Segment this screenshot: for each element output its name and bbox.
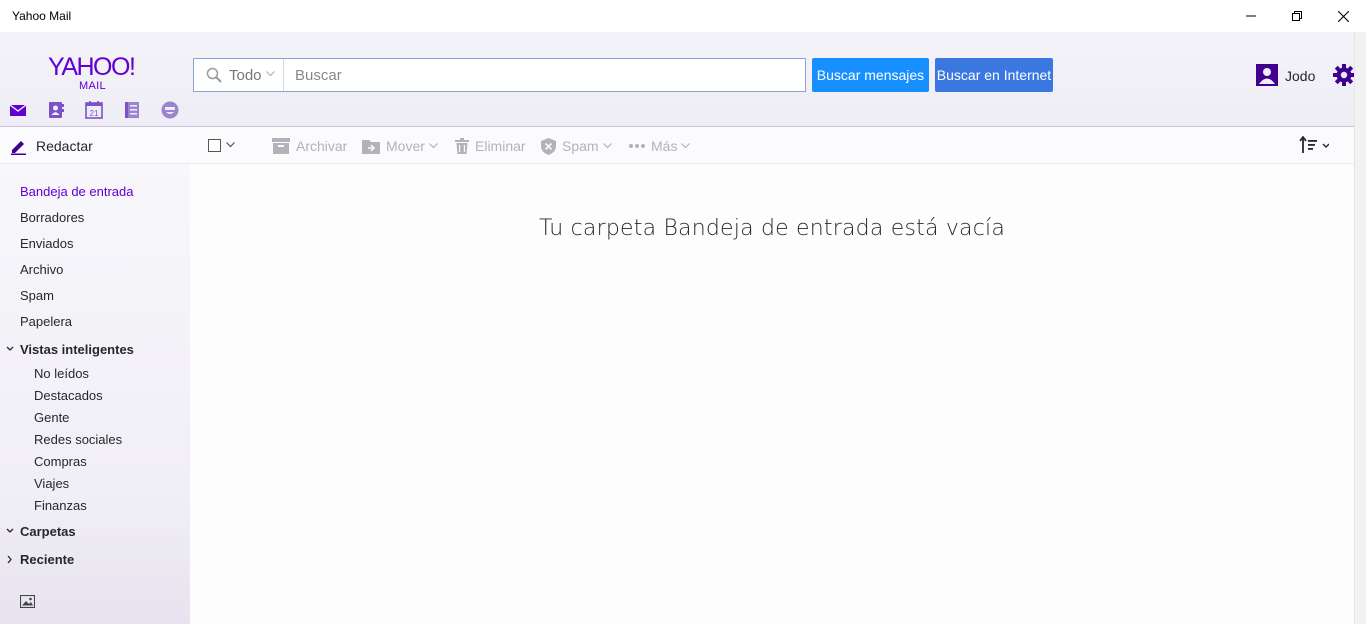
chevron-down-icon bbox=[266, 71, 275, 77]
shield-icon bbox=[541, 137, 556, 155]
delete-button[interactable]: Eliminar bbox=[455, 136, 526, 156]
chevron-down-icon bbox=[681, 143, 691, 149]
smart-views-title: Vistas inteligentes bbox=[20, 342, 134, 357]
more-label: Más bbox=[651, 138, 678, 154]
recent-title: Reciente bbox=[20, 552, 75, 567]
move-label: Mover bbox=[386, 138, 425, 154]
search-messages-button[interactable]: Buscar mensajes bbox=[812, 58, 929, 92]
smart-view-finance[interactable]: Finanzas bbox=[34, 498, 87, 513]
smart-view-unread[interactable]: No leídos bbox=[34, 366, 89, 381]
avatar-icon bbox=[1256, 64, 1278, 86]
smart-view-shopping[interactable]: Compras bbox=[34, 454, 87, 469]
folder-move-icon bbox=[362, 140, 380, 154]
search-web-button[interactable]: Buscar en Internet bbox=[935, 58, 1053, 92]
close-button[interactable] bbox=[1320, 0, 1366, 32]
image-icon[interactable] bbox=[20, 595, 35, 608]
sidebar-item-spam[interactable]: Spam bbox=[20, 288, 54, 303]
move-button[interactable]: Mover bbox=[362, 136, 438, 156]
smart-view-starred[interactable]: Destacados bbox=[34, 388, 103, 403]
more-dots-icon bbox=[629, 144, 645, 148]
archive-icon bbox=[272, 138, 290, 154]
chevron-down-icon bbox=[6, 346, 14, 351]
chevron-down-icon bbox=[602, 143, 612, 149]
messenger-icon[interactable] bbox=[161, 101, 179, 119]
sort-icon bbox=[1299, 135, 1330, 153]
sidebar-item-trash[interactable]: Papelera bbox=[20, 314, 72, 329]
compose-label: Redactar bbox=[36, 138, 93, 154]
smart-view-social[interactable]: Redes sociales bbox=[34, 432, 122, 447]
empty-inbox-message: Tu carpeta Bandeja de entrada está vacía bbox=[538, 216, 1006, 241]
title-bar: Yahoo Mail bbox=[0, 0, 1366, 32]
more-button[interactable]: Más bbox=[629, 136, 691, 156]
minimize-icon bbox=[1246, 15, 1256, 17]
smart-views-header[interactable]: Vistas inteligentes bbox=[6, 342, 134, 357]
sort-button[interactable] bbox=[1299, 135, 1330, 159]
calendar-icon[interactable]: 21 bbox=[85, 101, 103, 119]
smart-view-people[interactable]: Gente bbox=[34, 410, 69, 425]
trash-icon bbox=[455, 138, 469, 154]
logo-text: YAHOO! bbox=[48, 53, 136, 81]
delete-label: Eliminar bbox=[475, 138, 526, 154]
logo-subtext: MAIL bbox=[79, 80, 106, 92]
sidebar-item-sent[interactable]: Enviados bbox=[20, 236, 73, 251]
search-icon bbox=[206, 67, 222, 83]
sidebar-item-archive[interactable]: Archivo bbox=[20, 262, 63, 277]
chevron-right-icon bbox=[7, 555, 12, 564]
window-title: Yahoo Mail bbox=[12, 9, 72, 23]
maximize-button[interactable] bbox=[1274, 0, 1320, 32]
user-name: Jodo bbox=[1285, 68, 1316, 84]
search-scope-label: Todo bbox=[229, 67, 262, 84]
maximize-icon bbox=[1292, 11, 1302, 21]
spam-button[interactable]: Spam bbox=[541, 136, 612, 156]
close-icon bbox=[1337, 10, 1349, 22]
mail-icon[interactable] bbox=[9, 101, 27, 119]
minimize-button[interactable] bbox=[1228, 0, 1274, 32]
header: YAHOO! MAIL 21 Todo Buscar mensajes Busc… bbox=[0, 32, 1355, 127]
search-box: Todo bbox=[193, 58, 806, 92]
folders-title: Carpetas bbox=[20, 524, 76, 539]
gear-icon[interactable] bbox=[1333, 64, 1355, 86]
notepad-icon[interactable] bbox=[123, 101, 141, 119]
sidebar-item-drafts[interactable]: Borradores bbox=[20, 210, 84, 225]
chevron-down-icon bbox=[6, 528, 14, 533]
archive-label: Archivar bbox=[296, 138, 348, 154]
sidebar: Bandeja de entrada Borradores Enviados A… bbox=[0, 164, 190, 624]
chevron-down-icon[interactable] bbox=[226, 142, 235, 148]
search-scope-dropdown[interactable]: Todo bbox=[194, 59, 284, 91]
contacts-icon[interactable] bbox=[47, 101, 65, 119]
smart-view-travel[interactable]: Viajes bbox=[34, 476, 69, 491]
message-toolbar: Redactar Archivar Mover Eliminar Spam Má… bbox=[0, 127, 1354, 164]
sidebar-item-inbox[interactable]: Bandeja de entrada bbox=[20, 184, 133, 199]
message-list-area: Tu carpeta Bandeja de entrada está vacía bbox=[190, 164, 1354, 624]
archive-button[interactable]: Archivar bbox=[272, 136, 347, 156]
pencil-icon bbox=[11, 141, 26, 155]
yahoo-logo[interactable]: YAHOO! MAIL bbox=[48, 53, 148, 92]
folders-header[interactable]: Carpetas bbox=[6, 524, 76, 539]
select-all-checkbox[interactable] bbox=[208, 139, 221, 152]
calendar-day: 21 bbox=[90, 109, 99, 118]
recent-header[interactable]: Reciente bbox=[6, 552, 74, 567]
search-input[interactable] bbox=[285, 59, 805, 91]
spam-label: Spam bbox=[562, 138, 599, 154]
scrollbar[interactable] bbox=[1354, 32, 1366, 624]
chevron-down-icon bbox=[428, 143, 438, 149]
